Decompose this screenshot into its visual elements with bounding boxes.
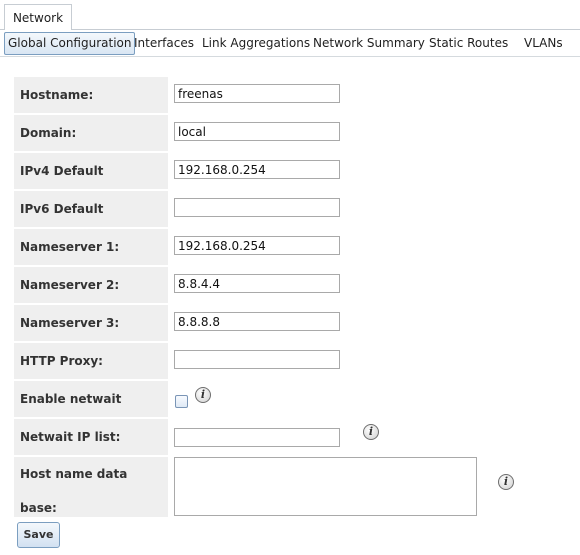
hosts-db-label: Host name data base:	[14, 457, 168, 517]
netwait-ip-label: Netwait IP list:	[14, 419, 168, 455]
nameserver2-field[interactable]	[174, 274, 340, 293]
info-icon[interactable]: i	[363, 424, 379, 440]
nameserver3-field[interactable]	[174, 312, 340, 331]
subtab-interfaces[interactable]: Interfaces	[134, 32, 194, 55]
subtab-divider	[0, 56, 580, 57]
nameserver2-label: Nameserver 2:	[14, 267, 168, 303]
netwait-checkbox[interactable]	[175, 395, 188, 408]
ipv4-gateway-field[interactable]	[174, 160, 340, 179]
hostname-field[interactable]	[174, 84, 340, 103]
tab-bar-divider	[0, 29, 580, 30]
domain-field[interactable]	[174, 122, 340, 141]
ipv6-gateway-field[interactable]	[174, 198, 340, 217]
domain-label: Domain:	[14, 115, 168, 151]
tab-network[interactable]: Network	[4, 4, 72, 29]
subtab-link-aggregations[interactable]: Link Aggregations	[202, 32, 310, 55]
info-icon[interactable]: i	[498, 474, 514, 490]
subtab-global-configuration[interactable]: Global Configuration	[4, 32, 136, 55]
hostname-label: Hostname:	[14, 77, 168, 113]
http-proxy-field[interactable]	[174, 350, 340, 369]
info-icon[interactable]: i	[195, 387, 211, 403]
nameserver1-field[interactable]	[174, 236, 340, 255]
global-configuration-form: Hostname: Domain: IPv4 Default Gateway: …	[14, 73, 580, 519]
ipv6-gateway-label: IPv6 Default Gateway:	[14, 191, 168, 252]
netwait-ip-field[interactable]	[174, 428, 340, 447]
http-proxy-label: HTTP Proxy:	[14, 343, 168, 379]
netwait-label: Enable netwait feature:	[14, 381, 168, 442]
subtab-static-routes[interactable]: Static Routes	[429, 32, 508, 55]
subtab-network-summary[interactable]: Network Summary	[313, 32, 425, 55]
nameserver3-label: Nameserver 3:	[14, 305, 168, 341]
subtab-vlans[interactable]: VLANs	[524, 32, 563, 55]
ipv4-gateway-label: IPv4 Default Gateway:	[14, 153, 168, 214]
hosts-db-textarea[interactable]	[174, 457, 477, 516]
nameserver1-label: Nameserver 1:	[14, 229, 168, 265]
save-button[interactable]: Save	[17, 522, 60, 548]
